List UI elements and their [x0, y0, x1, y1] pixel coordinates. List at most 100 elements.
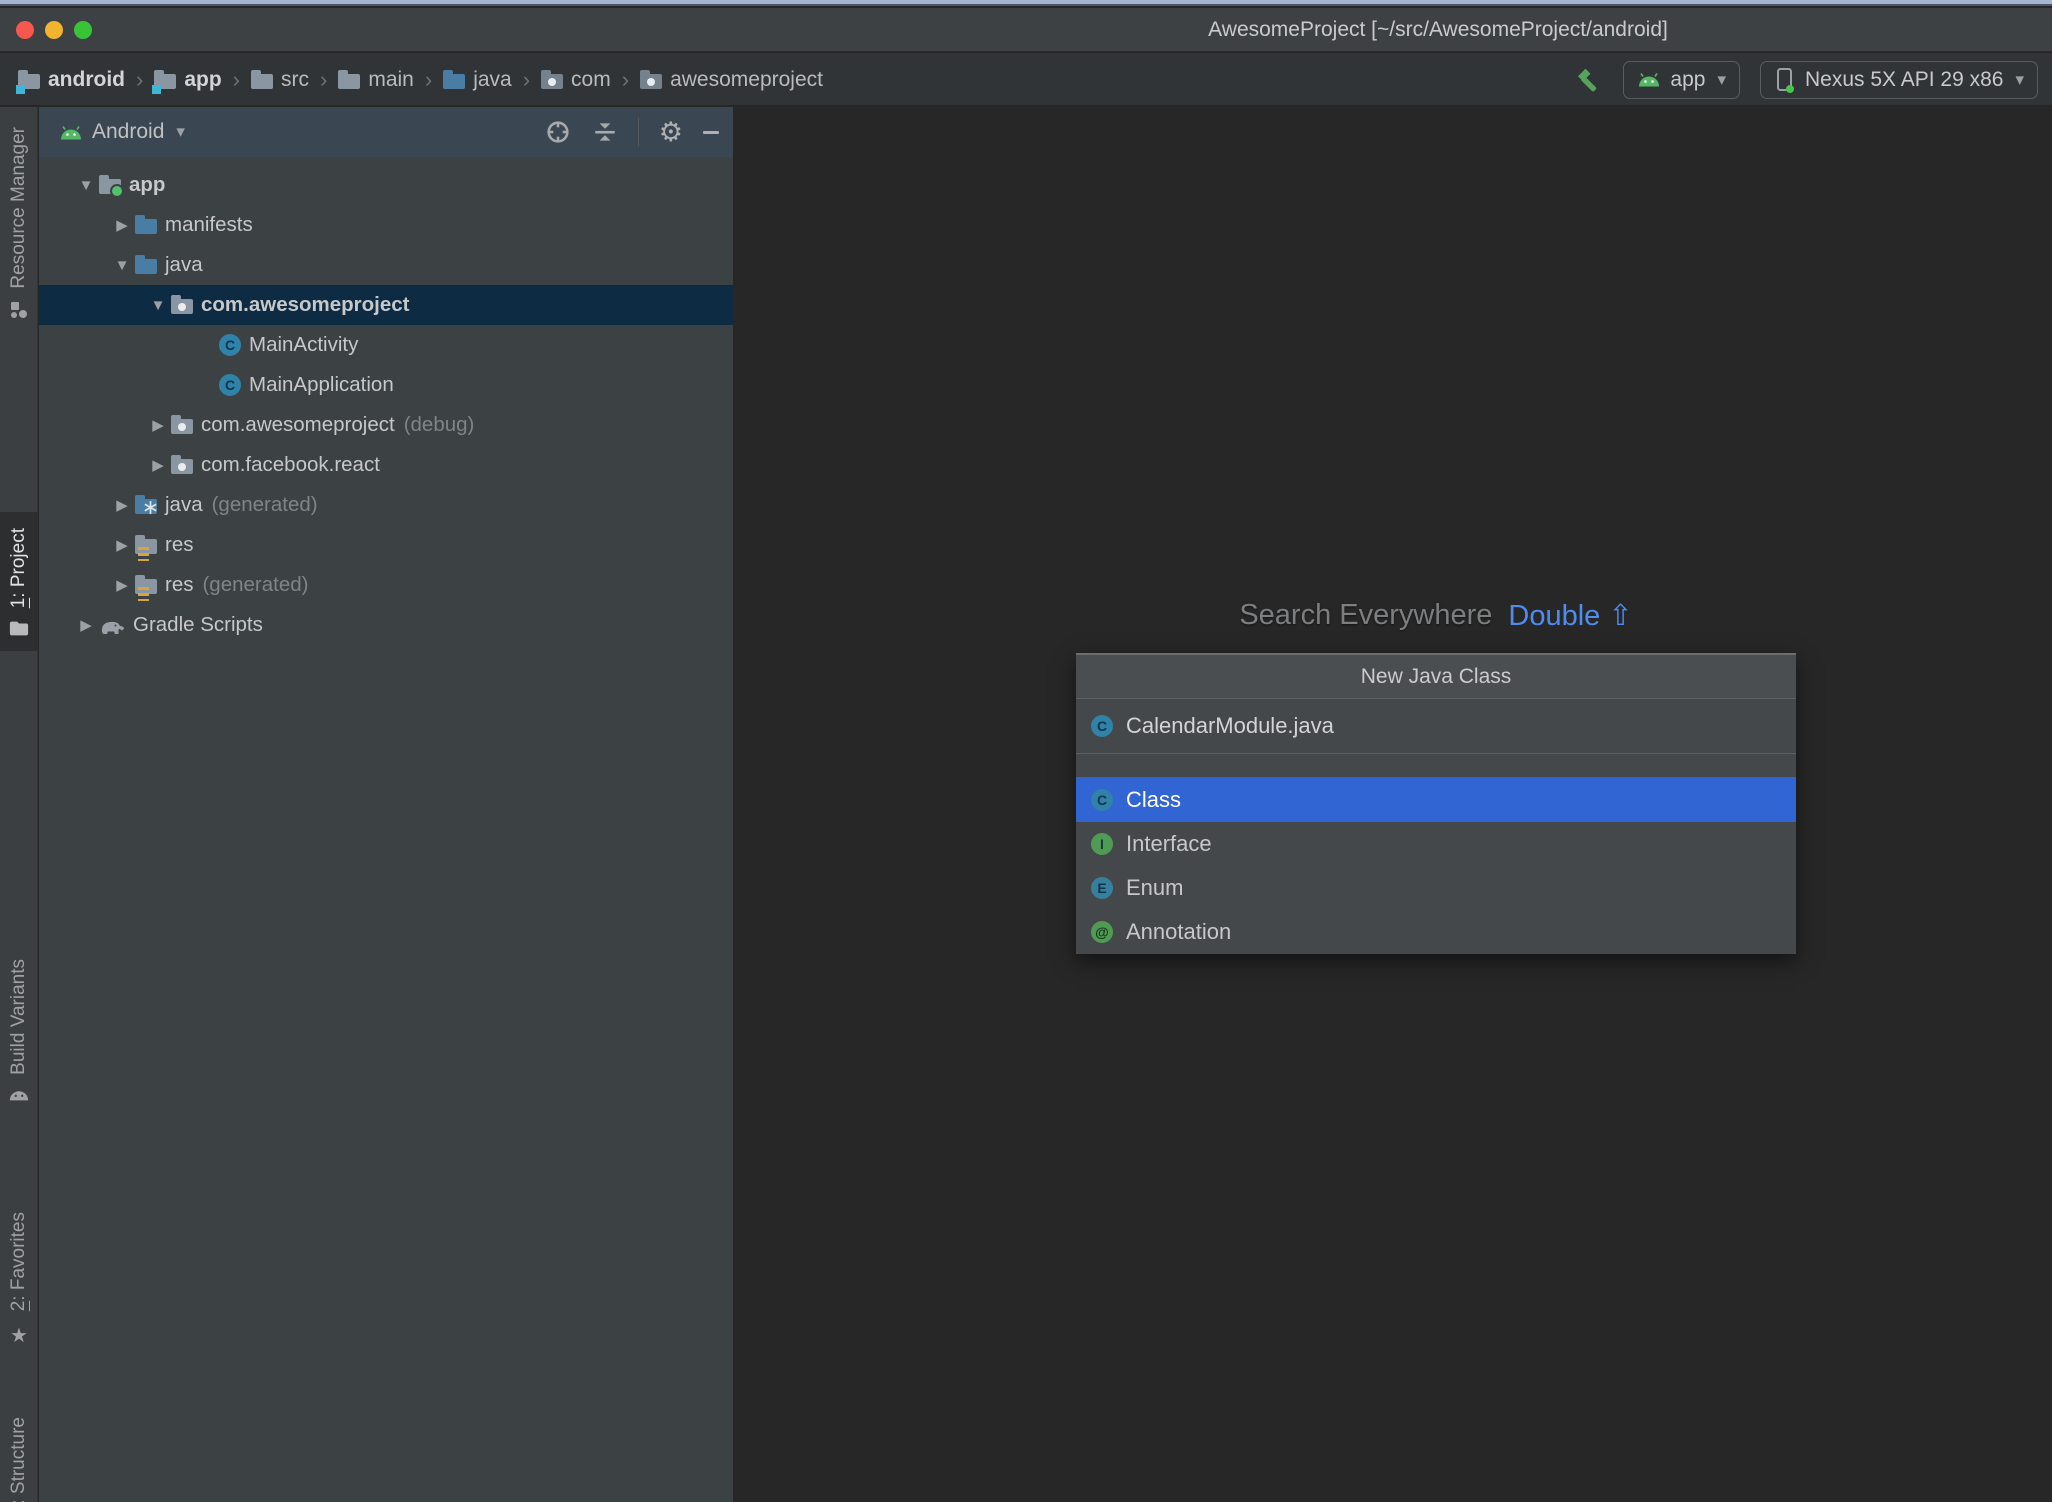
chevron-collapsed-icon[interactable]: ▶ [145, 416, 171, 434]
breadcrumb-separator-icon: › [320, 66, 328, 92]
star-icon: ★ [10, 1325, 28, 1348]
tree-row-java-generated[interactable]: ▶ java (generated) [39, 485, 733, 525]
gear-icon[interactable]: ⚙ [659, 118, 683, 146]
tree-row-com-facebook-react[interactable]: ▶ com.facebook.react [39, 445, 733, 485]
class-name-value: CalendarModule.java [1126, 713, 1334, 738]
tree-row-res[interactable]: ▶ res [39, 525, 733, 565]
tree-row-app[interactable]: ▼ app [39, 165, 733, 205]
chevron-collapsed-icon[interactable]: ▶ [109, 496, 135, 514]
chevron-down-icon: ▾ [2015, 69, 2024, 89]
folder-icon [251, 69, 273, 89]
breadcrumb-separator-icon: › [522, 66, 531, 92]
project-folder-icon [9, 621, 29, 636]
chevron-down-icon[interactable]: ▾ [176, 122, 185, 142]
hint-shortcut: Double ⇧ [1508, 600, 1633, 632]
chevron-down-icon: ▾ [1717, 69, 1726, 89]
tree-row-manifests[interactable]: ▶ manifests [39, 205, 733, 245]
kind-item-annotation[interactable]: @ Annotation [1076, 910, 1796, 954]
tree-row-gradle-scripts[interactable]: ▶ Gradle Scripts [39, 605, 733, 645]
breadcrumb-separator-icon: › [621, 66, 630, 92]
class-icon: C [1091, 715, 1113, 737]
sidebar-item-favorites[interactable]: 2: Favorites ★ [0, 1212, 38, 1348]
breadcrumb-item-awesomeproject[interactable]: awesomeproject [640, 68, 823, 92]
minimize-window-button[interactable] [45, 21, 63, 39]
class-name-input[interactable]: C CalendarModule.java [1076, 699, 1796, 754]
folder-icon [338, 69, 361, 89]
close-window-button[interactable] [16, 21, 34, 39]
breadcrumb-separator-icon: › [136, 66, 144, 92]
chevron-collapsed-icon[interactable]: ▶ [109, 216, 135, 234]
chevron-expanded-icon[interactable]: ▼ [109, 257, 135, 274]
tree-row-com-awesomeproject[interactable]: ▼ com.awesomeproject [39, 285, 733, 325]
chevron-collapsed-icon[interactable]: ▶ [145, 456, 171, 474]
popup-spacer [1076, 754, 1796, 778]
phone-icon [1776, 67, 1794, 93]
android-icon [9, 1091, 29, 1101]
device-select[interactable]: Nexus 5X API 29 x86 ▾ [1759, 60, 2038, 99]
chevron-collapsed-icon[interactable]: ▶ [109, 576, 135, 594]
hide-panel-icon[interactable] [703, 130, 719, 134]
hint-text: Search Everywhere [1239, 599, 1493, 631]
chevron-expanded-icon[interactable]: ▼ [145, 297, 171, 314]
sidebar-item-build-variants[interactable]: Build Variants [0, 959, 38, 1101]
collapse-all-icon[interactable] [592, 119, 618, 145]
locate-file-icon[interactable] [544, 118, 572, 146]
class-icon: C [219, 334, 241, 356]
android-icon [1639, 73, 1660, 87]
tree-row-com-awesomeproject-debug[interactable]: ▶ com.awesomeproject (debug) [39, 405, 733, 445]
gradle-elephant-icon [101, 621, 124, 634]
breadcrumb-item-main[interactable]: main [338, 68, 414, 92]
tree-row-res-generated[interactable]: ▶ res (generated) [39, 565, 733, 605]
source-folder-icon [443, 69, 466, 89]
main-toolbar: android › app › src › main › java › com … [0, 53, 2052, 106]
run-configuration-label: app [1670, 67, 1706, 91]
package-folder-icon [171, 415, 193, 434]
breadcrumb: android › app › src › main › java › com … [16, 53, 823, 106]
sidebar-item-project[interactable]: 1: Project [0, 512, 38, 652]
breadcrumb-item-app[interactable]: app [152, 68, 222, 94]
project-tree: ▼ app ▶ manifests ▼ java ▼ com.awesomepr… [39, 157, 733, 645]
search-everywhere-hint: Search Everywhere Double ⇧ [1076, 598, 1796, 633]
sidebar-item-structure[interactable]: 7: Structure [0, 1417, 38, 1502]
kind-item-enum[interactable]: E Enum [1076, 866, 1796, 910]
chevron-collapsed-icon[interactable]: ▶ [109, 536, 135, 554]
annotation-icon: @ [1091, 921, 1113, 943]
sidebar-item-resource-manager[interactable]: Resource Manager [0, 127, 38, 319]
interface-icon: I [1091, 833, 1113, 855]
package-folder-icon [640, 69, 663, 89]
window-controls [16, 21, 92, 39]
desktop-edge-strip [0, 0, 2052, 6]
breadcrumb-item-src[interactable]: src [251, 68, 309, 92]
breadcrumb-separator-icon: › [232, 66, 240, 92]
kind-item-interface[interactable]: I Interface [1076, 822, 1796, 866]
breadcrumb-item-java[interactable]: java [443, 68, 512, 92]
breadcrumb-item-com[interactable]: com [541, 68, 611, 92]
window-titlebar: AwesomeProject [~/src/AwesomeProject/and… [0, 8, 2052, 52]
tree-row-mainactivity[interactable]: C MainActivity [39, 325, 733, 365]
project-tool-window: Android ▾ ⚙ ▼ app ▶ manifests ▼ java ▼ c… [39, 107, 733, 1502]
breadcrumb-item-android[interactable]: android [16, 68, 125, 94]
chevron-expanded-icon[interactable]: ▼ [73, 177, 99, 194]
build-hammer-icon[interactable] [1573, 65, 1603, 95]
chevron-collapsed-icon[interactable]: ▶ [73, 616, 99, 634]
kind-list: C Class I Interface E Enum @ Annotation [1076, 778, 1796, 954]
kind-item-class[interactable]: C Class [1076, 778, 1796, 822]
module-folder-icon [152, 69, 177, 94]
class-icon: C [1091, 789, 1113, 811]
popup-title: New Java Class [1076, 655, 1796, 699]
tree-row-java[interactable]: ▼ java [39, 245, 733, 285]
source-folder-icon [135, 255, 157, 274]
run-configuration-select[interactable]: app ▾ [1623, 60, 1740, 99]
tree-row-mainapplication[interactable]: C MainApplication [39, 365, 733, 405]
zoom-window-button[interactable] [74, 21, 92, 39]
generated-source-folder-icon [135, 495, 157, 514]
window-title: AwesomeProject [~/src/AwesomeProject/and… [1208, 18, 1668, 41]
package-folder-icon [541, 69, 564, 89]
resource-manager-icon [11, 301, 27, 318]
project-panel-header: Android ▾ ⚙ [39, 107, 733, 157]
module-folder-icon [16, 69, 40, 94]
tool-window-stripe: Resource Manager 1: Project Build Varian… [0, 107, 38, 1502]
project-view-selector[interactable]: Android [92, 120, 164, 144]
package-folder-icon [171, 295, 193, 314]
device-label: Nexus 5X API 29 x86 [1804, 67, 2004, 91]
